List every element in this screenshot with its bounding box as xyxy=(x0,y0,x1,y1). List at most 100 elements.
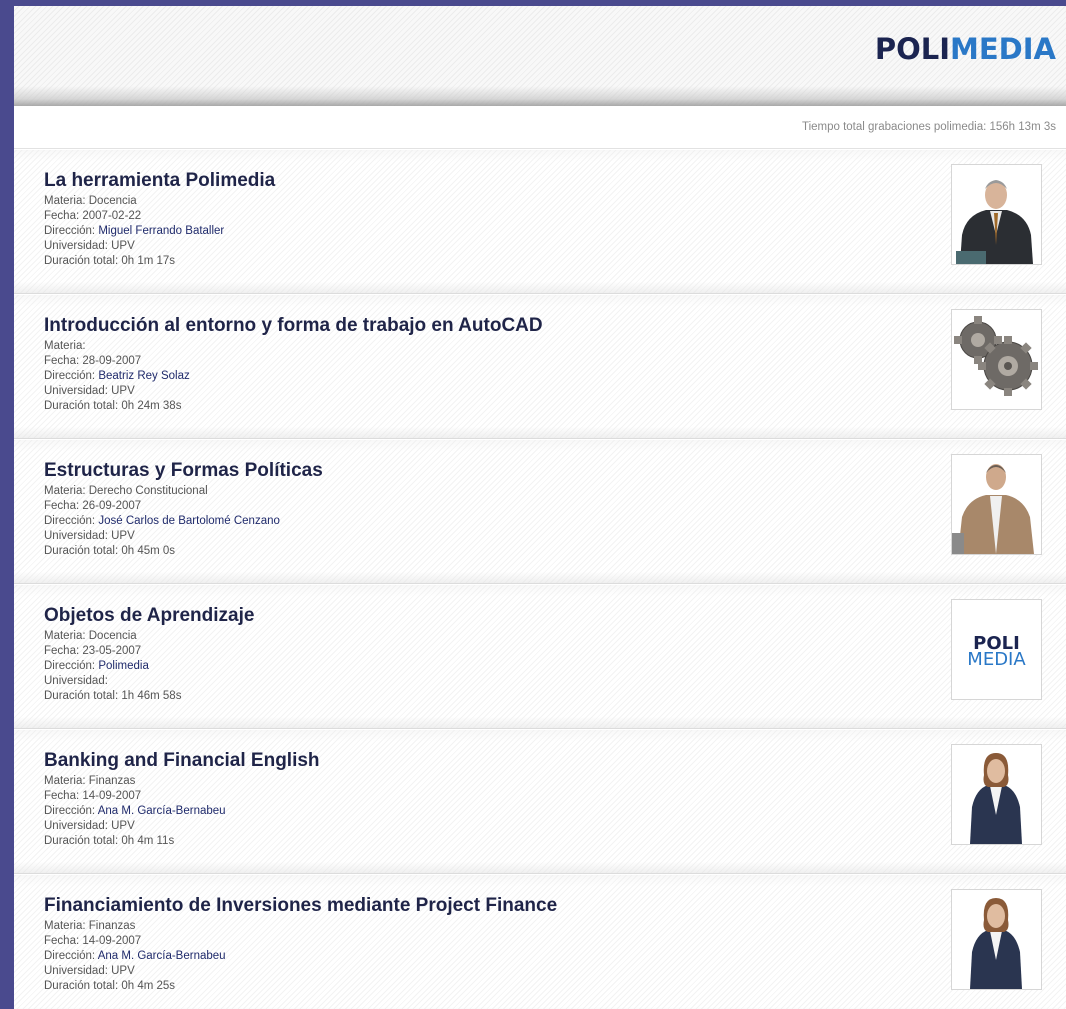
recording-title[interactable]: Financiamiento de Inversiones mediante P… xyxy=(44,895,557,917)
direccion-row: Dirección: Polimedia xyxy=(44,659,181,674)
fecha-label: Fecha: xyxy=(44,355,80,367)
direccion-link[interactable]: Ana M. García-Bernabeu xyxy=(98,950,226,962)
presenter-man-suit-icon xyxy=(952,165,1041,264)
duracion-row: Duración total: 0h 1m 17s xyxy=(44,254,224,269)
direccion-link[interactable]: Beatriz Rey Solaz xyxy=(98,370,189,382)
duracion-value: 0h 45m 0s xyxy=(121,545,176,557)
direccion-link[interactable]: Miguel Ferrando Bataller xyxy=(98,225,224,237)
materia-row: Materia: Docencia xyxy=(44,194,224,209)
recording-title[interactable]: Introducción al entorno y forma de traba… xyxy=(44,315,543,337)
duracion-label: Duración total: xyxy=(44,690,119,702)
duracion-label: Duración total: xyxy=(44,835,119,847)
direccion-label: Dirección: xyxy=(44,950,96,962)
recording-meta: Materia: Docencia Fecha: 2007-02-22 Dire… xyxy=(44,194,224,269)
total-recording-time: Tiempo total grabaciones polimedia: 156h… xyxy=(802,121,1056,133)
logo-media-text: MEDIA xyxy=(950,32,1056,66)
direccion-label: Dirección: xyxy=(44,805,96,817)
direccion-label: Dirección: xyxy=(44,225,96,237)
logo-poli-text: POLI xyxy=(874,32,951,66)
duracion-label: Duración total: xyxy=(44,545,119,557)
fecha-row: Fecha: 23-05-2007 xyxy=(44,644,181,659)
materia-value: Finanzas xyxy=(88,920,136,932)
materia-label: Materia: xyxy=(44,630,86,642)
recording-title[interactable]: Banking and Financial English xyxy=(44,750,320,772)
duracion-row: Duración total: 0h 24m 38s xyxy=(44,399,190,414)
universidad-label: Universidad: xyxy=(44,820,108,832)
fecha-label: Fecha: xyxy=(44,210,80,222)
presenter-woman-icon xyxy=(952,745,1041,844)
gears-icon xyxy=(952,310,1041,409)
recording-list: La herramienta Polimedia Materia: Docenc… xyxy=(14,149,1066,1009)
recording-thumbnail[interactable] xyxy=(951,889,1042,990)
direccion-link[interactable]: Polimedia xyxy=(98,660,149,672)
universidad-row: Universidad: xyxy=(44,674,181,689)
duracion-row: Duración total: 0h 4m 11s xyxy=(44,834,226,849)
direccion-row: Dirección: Beatriz Rey Solaz xyxy=(44,369,190,384)
universidad-label: Universidad: xyxy=(44,675,108,687)
total-recording-label: Tiempo total grabaciones polimedia: xyxy=(801,121,987,133)
recording-item: Financiamiento de Inversiones mediante P… xyxy=(14,874,1066,1009)
duracion-row: Duración total: 0h 4m 25s xyxy=(44,979,226,994)
presenter-woman-icon xyxy=(952,890,1041,989)
materia-label: Materia: xyxy=(44,340,86,352)
fecha-row: Fecha: 14-09-2007 xyxy=(44,789,226,804)
universidad-row: Universidad: UPV xyxy=(44,964,226,979)
materia-label: Materia: xyxy=(44,195,86,207)
recording-title[interactable]: Objetos de Aprendizaje xyxy=(44,605,254,627)
recording-thumbnail[interactable] xyxy=(951,744,1042,845)
universidad-row: Universidad: UPV xyxy=(44,239,224,254)
materia-value: Docencia xyxy=(88,630,137,642)
direccion-link[interactable]: José Carlos de Bartolomé Cenzano xyxy=(98,515,280,527)
direccion-link[interactable]: Ana M. García-Bernabeu xyxy=(98,805,226,817)
duracion-value: 0h 1m 17s xyxy=(121,255,176,267)
recording-thumbnail[interactable] xyxy=(951,309,1042,410)
polimedia-mini-logo-icon: POLI MEDIA xyxy=(952,635,1041,670)
duracion-value: 0h 4m 25s xyxy=(121,980,176,992)
fecha-value: 2007-02-22 xyxy=(82,210,142,222)
duracion-value: 1h 46m 58s xyxy=(121,690,182,702)
materia-value: Docencia xyxy=(88,195,137,207)
fecha-value: 14-09-2007 xyxy=(82,935,142,947)
recording-thumbnail[interactable] xyxy=(951,454,1042,555)
duracion-label: Duración total: xyxy=(44,400,119,412)
direccion-label: Dirección: xyxy=(44,515,96,527)
recording-meta: Materia: Fecha: 28-09-2007 Dirección: Be… xyxy=(44,339,190,414)
fecha-value: 14-09-2007 xyxy=(82,790,142,802)
recording-item: La herramienta Polimedia Materia: Docenc… xyxy=(14,149,1066,294)
direccion-label: Dirección: xyxy=(44,370,96,382)
polimedia-logo[interactable]: POLIMEDIA xyxy=(875,32,1056,66)
materia-row: Materia: Finanzas xyxy=(44,774,226,789)
universidad-label: Universidad: xyxy=(44,965,108,977)
fecha-row: Fecha: 26-09-2007 xyxy=(44,499,280,514)
fecha-value: 23-05-2007 xyxy=(82,645,142,657)
universidad-label: Universidad: xyxy=(44,240,108,252)
materia-row: Materia: xyxy=(44,339,190,354)
recording-thumbnail[interactable] xyxy=(951,164,1042,265)
fecha-label: Fecha: xyxy=(44,645,80,657)
universidad-value: UPV xyxy=(111,820,135,832)
fecha-value: 28-09-2007 xyxy=(82,355,142,367)
duracion-value: 0h 24m 38s xyxy=(121,400,182,412)
universidad-row: Universidad: UPV xyxy=(44,819,226,834)
direccion-row: Dirección: Ana M. García-Bernabeu xyxy=(44,804,226,819)
recording-meta: Materia: Docencia Fecha: 23-05-2007 Dire… xyxy=(44,629,181,704)
direccion-label: Dirección: xyxy=(44,660,96,672)
duracion-row: Duración total: 1h 46m 58s xyxy=(44,689,181,704)
recording-meta: Materia: Finanzas Fecha: 14-09-2007 Dire… xyxy=(44,774,226,849)
materia-label: Materia: xyxy=(44,920,86,932)
materia-row: Materia: Derecho Constitucional xyxy=(44,484,280,499)
total-recording-time-bar: Tiempo total grabaciones polimedia: 156h… xyxy=(14,106,1066,149)
universidad-value: UPV xyxy=(111,530,135,542)
materia-label: Materia: xyxy=(44,485,86,497)
page-frame: POLIMEDIA Tiempo total grabaciones polim… xyxy=(14,6,1066,1009)
recording-title[interactable]: Estructuras y Formas Políticas xyxy=(44,460,323,482)
materia-value: Finanzas xyxy=(88,775,136,787)
recording-title[interactable]: La herramienta Polimedia xyxy=(44,170,275,192)
recording-item: Objetos de Aprendizaje Materia: Docencia… xyxy=(14,584,1066,729)
materia-label: Materia: xyxy=(44,775,86,787)
presenter-man-beige-icon xyxy=(952,455,1041,554)
materia-row: Materia: Docencia xyxy=(44,629,181,644)
fecha-row: Fecha: 28-09-2007 xyxy=(44,354,190,369)
mini-logo-media: MEDIA xyxy=(967,649,1026,670)
recording-thumbnail[interactable]: POLI MEDIA xyxy=(951,599,1042,700)
